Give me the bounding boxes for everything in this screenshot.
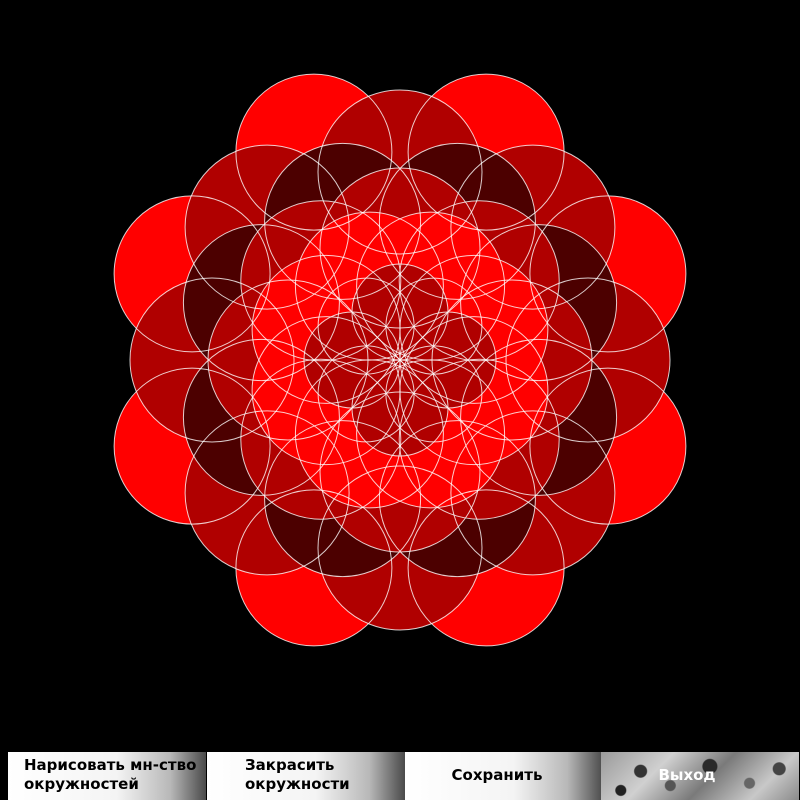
exit-button[interactable]: Выход xyxy=(601,752,799,800)
draw-circle-set-label-line1: Нарисовать мн-ство xyxy=(24,756,197,774)
app-window: Нарисовать мн-ство окружностей Закрасить… xyxy=(0,0,800,800)
bottom-toolbar: Нарисовать мн-ство окружностей Закрасить… xyxy=(0,750,800,800)
fill-circles-label-line1: Закрасить xyxy=(245,756,335,774)
draw-circle-set-button[interactable]: Нарисовать мн-ство окружностей xyxy=(8,752,206,800)
fill-circles-button[interactable]: Закрасить окружности xyxy=(207,752,405,800)
save-label: Сохранить xyxy=(451,766,543,784)
drawing-canvas[interactable] xyxy=(0,0,800,750)
draw-circle-set-label-line2: окружностей xyxy=(24,775,139,793)
exit-label: Выход xyxy=(658,766,716,784)
fill-circles-label-line2: окружности xyxy=(245,775,350,793)
save-button[interactable]: Сохранить xyxy=(405,752,603,800)
